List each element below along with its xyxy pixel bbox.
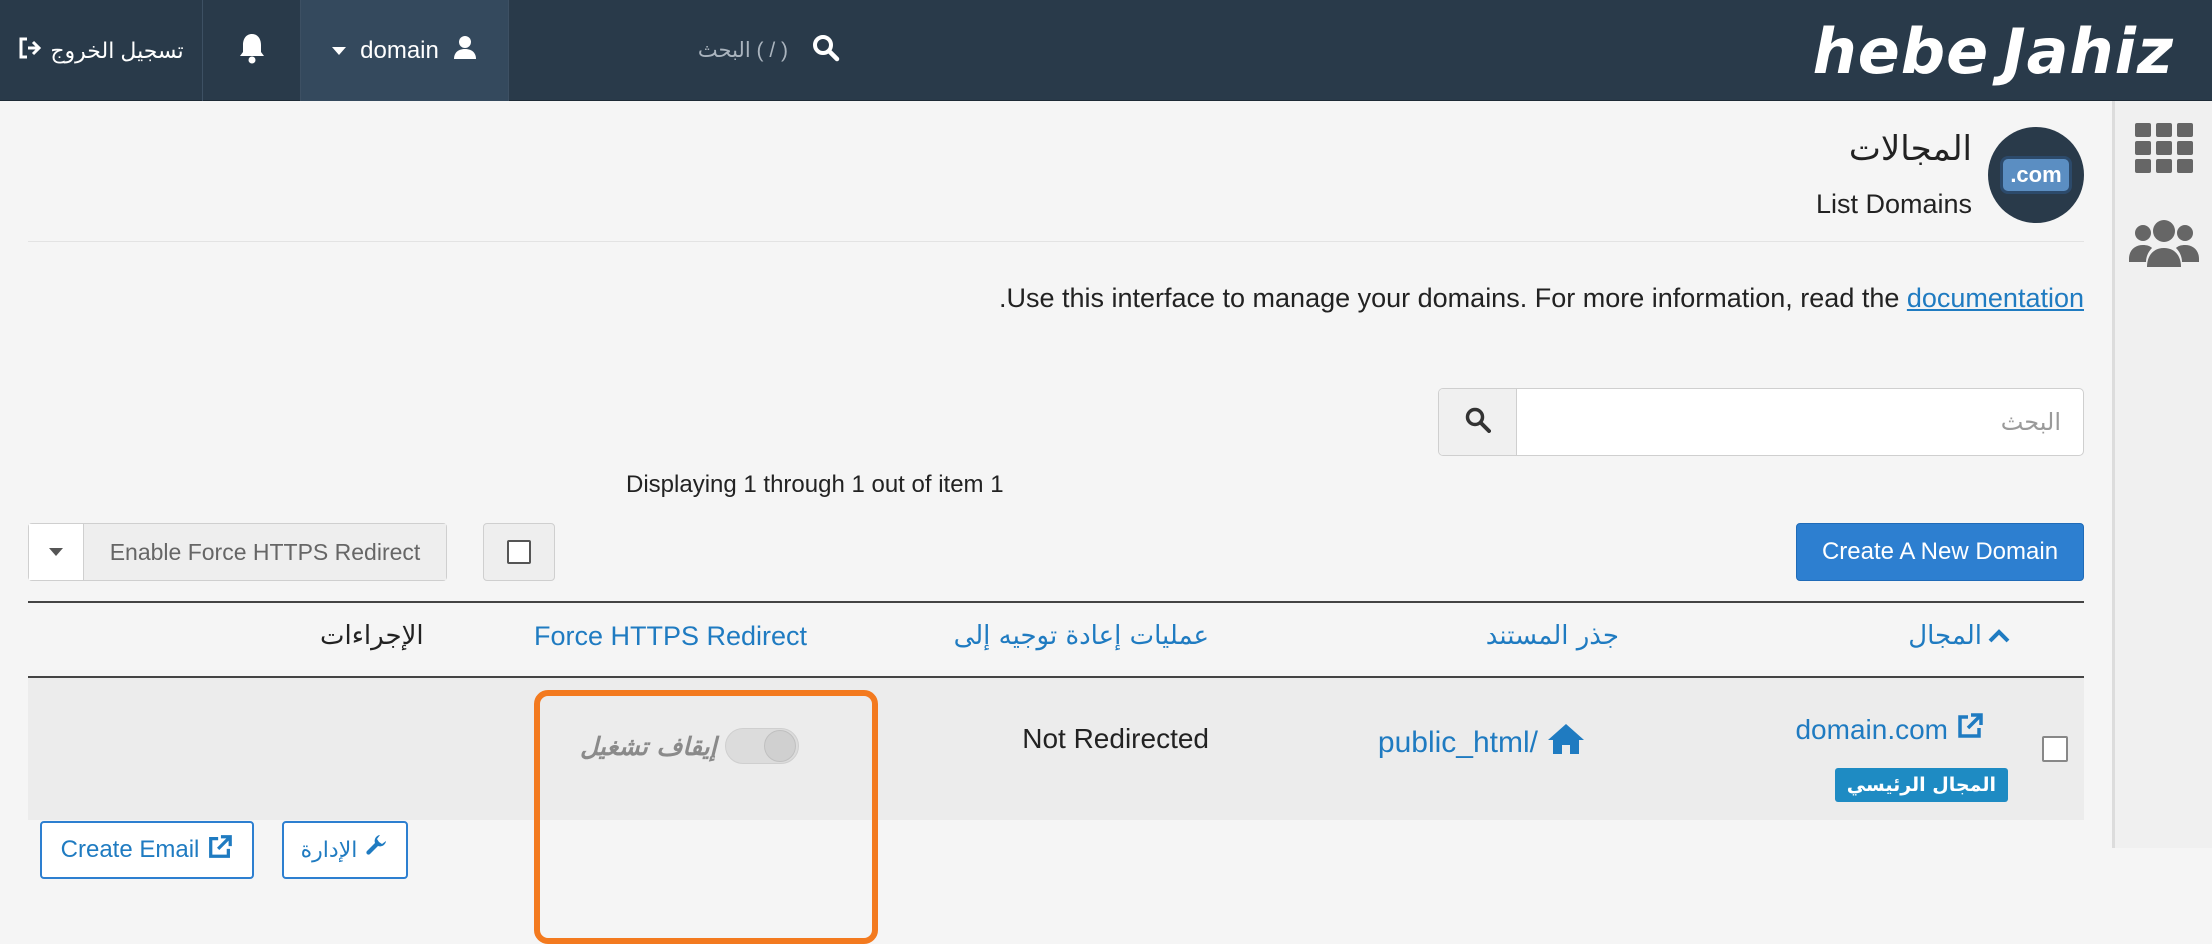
bulk-action-button[interactable]: Enable Force HTTPS Redirect xyxy=(84,524,446,580)
logout-label: تسجيل الخروج xyxy=(50,37,184,63)
column-header-domain-label: المجال xyxy=(1908,621,1982,651)
domains-page-icon: .com xyxy=(1988,127,2084,223)
search-icon xyxy=(812,34,840,67)
documentation-link[interactable]: documentation xyxy=(1907,283,2084,313)
user-menu[interactable]: domain xyxy=(301,0,509,101)
search-input[interactable]: البحث xyxy=(1517,389,2083,455)
redirect-status: Not Redirected xyxy=(1022,723,1209,754)
select-all-checkbox-wrapper xyxy=(483,523,555,581)
create-email-button[interactable]: Create Email xyxy=(40,821,254,879)
grid-icon xyxy=(2134,122,2193,178)
domain-name: domain.com xyxy=(1795,713,1948,745)
intro-text: .Use this interface to manage your domai… xyxy=(999,283,2084,314)
external-link-icon xyxy=(1956,712,1984,747)
page-subtitle: List Domains xyxy=(1815,189,1972,219)
home-icon xyxy=(1546,722,1586,764)
brand-logo-text: hebe Jahiz xyxy=(1812,14,2174,88)
global-search-input[interactable]: البحث ( / ) xyxy=(698,38,788,63)
users-button[interactable] xyxy=(2115,201,2212,291)
user-icon xyxy=(453,35,477,66)
pagination-summary: Displaying 1 through 1 out of item 1 xyxy=(626,471,1004,498)
notifications-button[interactable] xyxy=(203,0,301,101)
column-header-domain[interactable]: المجال xyxy=(1908,621,2010,651)
main-content: .com المجالات List Domains .Use this int… xyxy=(28,101,2084,944)
document-root-path: public_html/ xyxy=(1377,726,1538,759)
divider xyxy=(28,241,2084,242)
bell-icon xyxy=(237,32,267,69)
column-header-force-https[interactable]: Force HTTPS Redirect xyxy=(534,621,807,652)
column-header-redirects[interactable]: عمليات إعادة توجيه إلى xyxy=(954,621,1209,651)
external-link-icon xyxy=(207,834,233,867)
chevron-down-icon xyxy=(332,46,347,55)
chevron-up-icon xyxy=(1988,621,2010,651)
select-all-checkbox[interactable] xyxy=(507,540,531,564)
bulk-action-group: Enable Force HTTPS Redirect xyxy=(28,523,447,581)
apps-grid-button[interactable] xyxy=(2115,105,2212,195)
bulk-action-dropdown[interactable] xyxy=(29,524,84,580)
logout-button[interactable]: تسجيل الخروج xyxy=(0,0,203,101)
username: domain xyxy=(360,36,439,64)
domain-search: البحث xyxy=(1438,388,2084,456)
search-icon xyxy=(1465,407,1491,438)
page-title: المجالات xyxy=(1848,129,1972,169)
create-domain-button[interactable]: Create A New Domain xyxy=(1796,523,2084,581)
wrench-icon xyxy=(365,835,389,865)
right-sidebar xyxy=(2112,101,2212,848)
row-checkbox[interactable] xyxy=(2042,736,2068,762)
brand-logo[interactable]: hebe Jahiz xyxy=(1813,6,2174,96)
primary-domain-badge: المجال الرئيسي xyxy=(1834,768,2008,802)
force-https-highlight-box xyxy=(534,690,878,944)
table-row: domain.com المجال الرئيسي public_html/ N… xyxy=(28,678,2084,820)
manage-button[interactable]: الإدارة xyxy=(282,821,408,879)
create-email-label: Create Email xyxy=(60,836,200,863)
document-root-link[interactable]: public_html/ xyxy=(1378,722,1586,764)
intro-text-body: .Use this interface to manage your domai… xyxy=(998,283,1907,313)
chevron-down-icon xyxy=(49,548,63,556)
logout-icon xyxy=(18,37,42,65)
table-top-border xyxy=(28,601,2084,603)
manage-label: الإدارة xyxy=(300,837,358,863)
domain-link[interactable]: domain.com xyxy=(1795,712,1984,747)
top-navbar: تسجيل الخروج domain البحث ( / ) hebe Jah… xyxy=(0,0,2212,101)
users-icon xyxy=(2128,219,2199,274)
column-header-actions: الإجراءات xyxy=(320,621,424,651)
dotcom-icon: .com xyxy=(2000,156,2072,194)
search-button[interactable] xyxy=(1439,389,1517,455)
global-search[interactable]: البحث ( / ) xyxy=(640,20,840,80)
column-header-document-root[interactable]: جذر المستند xyxy=(1486,621,1619,651)
